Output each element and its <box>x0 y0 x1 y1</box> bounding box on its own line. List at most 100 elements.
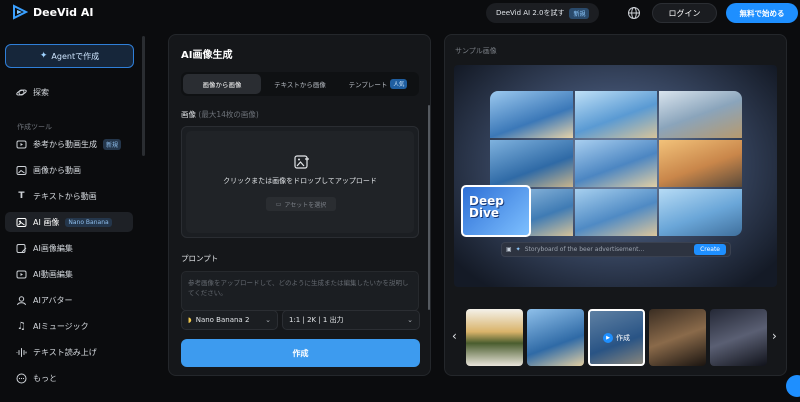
sidebar-item-text-to-video[interactable]: T テキストから動画 <box>5 186 133 206</box>
tab-image-to-image[interactable]: 画像から画像 <box>183 74 261 94</box>
sample-carousel: ‹ ▶ 作成 › <box>452 309 777 367</box>
sample-prompt-bar: ▣ ✦ Storyboard of the beer advertisement… <box>501 242 731 257</box>
popular-badge: 人気 <box>390 79 408 89</box>
sidebar-item-ai-avatar[interactable]: AIアバター <box>5 290 133 310</box>
sidebar-item-label: AI画像編集 <box>33 243 73 253</box>
output-settings-select[interactable]: 1:1 | 2K | 1 出力 ⌄ <box>282 310 420 330</box>
storyboard-frame <box>490 140 573 187</box>
sample-thumbnail[interactable] <box>466 309 523 366</box>
panel-scrollbar[interactable] <box>428 105 430 310</box>
orbit-icon <box>16 87 27 98</box>
sample-preview: Deep Dive ▣ ✦ Storyboard of the beer adv… <box>454 65 777 287</box>
support-chat-button[interactable] <box>786 375 800 397</box>
storyboard-frame <box>659 91 742 138</box>
chevron-down-icon: ⌄ <box>407 316 413 324</box>
agent-create-label: Agentで作成 <box>51 51 100 61</box>
play-icon: ▶ <box>603 332 613 343</box>
top-bar: DeeVid AI DeeVid AI 2.0を試す 新規 ログイン 無料で始め… <box>0 0 800 26</box>
chevron-right-icon[interactable]: › <box>772 329 777 343</box>
new-badge: 新規 <box>103 138 122 150</box>
image-icon <box>16 165 27 176</box>
promo-button[interactable]: DeeVid AI 2.0を試す 新規 <box>486 3 600 23</box>
model-select-value: Nano Banana 2 <box>195 316 250 324</box>
sidebar-item-label: AIアバター <box>33 295 73 305</box>
sample-label: サンプル画像 <box>455 47 497 55</box>
sidebar-item-ai-music[interactable]: ♫ AIミュージック <box>5 316 133 336</box>
sidebar-item-label: 探索 <box>33 87 49 97</box>
storyboard-frame <box>659 189 742 236</box>
image-label: 画像 (最大14枚の画像) <box>181 109 259 120</box>
thumbnail-create-label: 作成 <box>616 333 630 342</box>
app-name: DeeVid AI <box>33 5 94 19</box>
image-icon <box>16 217 27 228</box>
sidebar-item-label: 画像から動画 <box>33 165 81 175</box>
sidebar-item-label: 参考から動画生成 <box>33 139 97 149</box>
upload-dropzone[interactable]: クリックまたは画像をドロップしてアップロード ▭ アセットを選択 <box>181 126 419 238</box>
chevron-left-icon[interactable]: ‹ <box>452 329 457 343</box>
login-button[interactable]: ログイン <box>652 3 717 23</box>
model-select[interactable]: ◗ Nano Banana 2 ⌄ <box>181 310 278 330</box>
sidebar-item-more[interactable]: もっと <box>5 368 133 388</box>
sample-panel: サンプル画像 Deep Dive ▣ ✦ Storyboard of the b… <box>444 34 787 376</box>
sidebar-item-ai-image[interactable]: AI 画像 Nano Banana <box>5 212 133 232</box>
agent-create-button[interactable]: ✦ Agentで作成 <box>5 44 134 68</box>
more-icon <box>16 373 27 384</box>
generator-panel: AI画像生成 画像から画像 テキストから画像 テンプレート 人気 画像 (最大1… <box>168 34 431 376</box>
waveform-icon <box>16 347 27 358</box>
sidebar-item-image-to-video[interactable]: 画像から動画 <box>5 160 133 180</box>
storyboard-frame <box>659 140 742 187</box>
sidebar-item-label: テキストから動画 <box>33 191 97 201</box>
tab-text-to-image[interactable]: テキストから画像 <box>261 74 339 94</box>
deevid-logo-icon <box>13 4 28 20</box>
thumbnail-overlay: ▶ 作成 <box>590 311 643 364</box>
nano-banana-badge: Nano Banana <box>65 217 112 227</box>
sample-prompt-text: Storyboard of the beer advertisement... <box>524 246 645 253</box>
prompt-label: プロンプト <box>181 254 219 263</box>
video-edit-icon <box>16 269 27 280</box>
sparkle-icon: ✦ <box>515 246 521 253</box>
sample-thumbnail[interactable] <box>649 309 706 366</box>
upload-area[interactable]: クリックまたは画像をドロップしてアップロード ▭ アセットを選択 <box>186 131 414 233</box>
sidebar-item-reference-video[interactable]: 参考から動画生成 新規 <box>5 134 133 154</box>
image-icon: ▣ <box>506 246 512 253</box>
image-upload-icon <box>294 155 309 169</box>
sidebar-item-label: AI 画像 <box>33 217 60 227</box>
mode-tabs: 画像から画像 テキストから画像 テンプレート 人気 <box>181 72 419 96</box>
sidebar-item-label: テキスト読み上げ <box>33 347 97 357</box>
image-label-text: 画像 <box>181 110 196 119</box>
sidebar-item-text-to-speech[interactable]: テキスト読み上げ <box>5 342 133 362</box>
beer-ad-text: Deep Dive <box>469 195 504 219</box>
logo[interactable]: DeeVid AI <box>12 4 93 20</box>
start-free-button[interactable]: 無料で始める <box>726 3 798 23</box>
beer-ad-label: Deep Dive <box>461 185 531 237</box>
sidebar-item-ai-image-edit[interactable]: AI画像編集 <box>5 238 133 258</box>
select-asset-button[interactable]: ▭ アセットを選択 <box>266 197 336 211</box>
sidebar-item-ai-video-edit[interactable]: AI動画編集 <box>5 264 133 284</box>
sidebar-item-label: AI動画編集 <box>33 269 73 279</box>
prompt-input[interactable]: 参考画像をアップロードして、どのように生成または編集したいかを説明してください。 <box>181 271 419 311</box>
create-button[interactable]: 作成 <box>181 339 420 367</box>
sample-thumbnail[interactable] <box>710 309 767 366</box>
sidebar-scrollbar[interactable] <box>142 36 145 156</box>
storyboard-frame <box>490 91 573 138</box>
folder-icon: ▭ <box>275 200 282 208</box>
sidebar-item-explore[interactable]: 探索 <box>5 82 133 102</box>
sample-thumbnail[interactable] <box>527 309 584 366</box>
sample-create-button: Create <box>694 244 726 255</box>
tab-template[interactable]: テンプレート 人気 <box>339 74 417 94</box>
promo-badge: 新規 <box>569 7 590 19</box>
sidebar: ✦ Agentで作成 探索 作成ツール 参考から動画生成 新規 画像から動画 T… <box>0 36 143 402</box>
sparkle-icon: ✦ <box>39 51 48 61</box>
image-limit-hint: (最大14枚の画像) <box>198 110 259 119</box>
user-icon <box>16 295 27 306</box>
section-label: 作成ツール <box>17 123 52 131</box>
page-title: AI画像生成 <box>181 50 233 61</box>
sample-thumbnail-selected[interactable]: ▶ 作成 <box>588 309 645 366</box>
music-icon: ♫ <box>17 320 26 332</box>
text-icon: T <box>18 191 25 201</box>
globe-icon[interactable] <box>627 6 641 20</box>
image-edit-icon <box>16 243 27 254</box>
video-plus-icon <box>16 139 27 150</box>
output-settings-value: 1:1 | 2K | 1 出力 <box>289 316 344 324</box>
sidebar-item-label: AIミュージック <box>33 321 89 331</box>
